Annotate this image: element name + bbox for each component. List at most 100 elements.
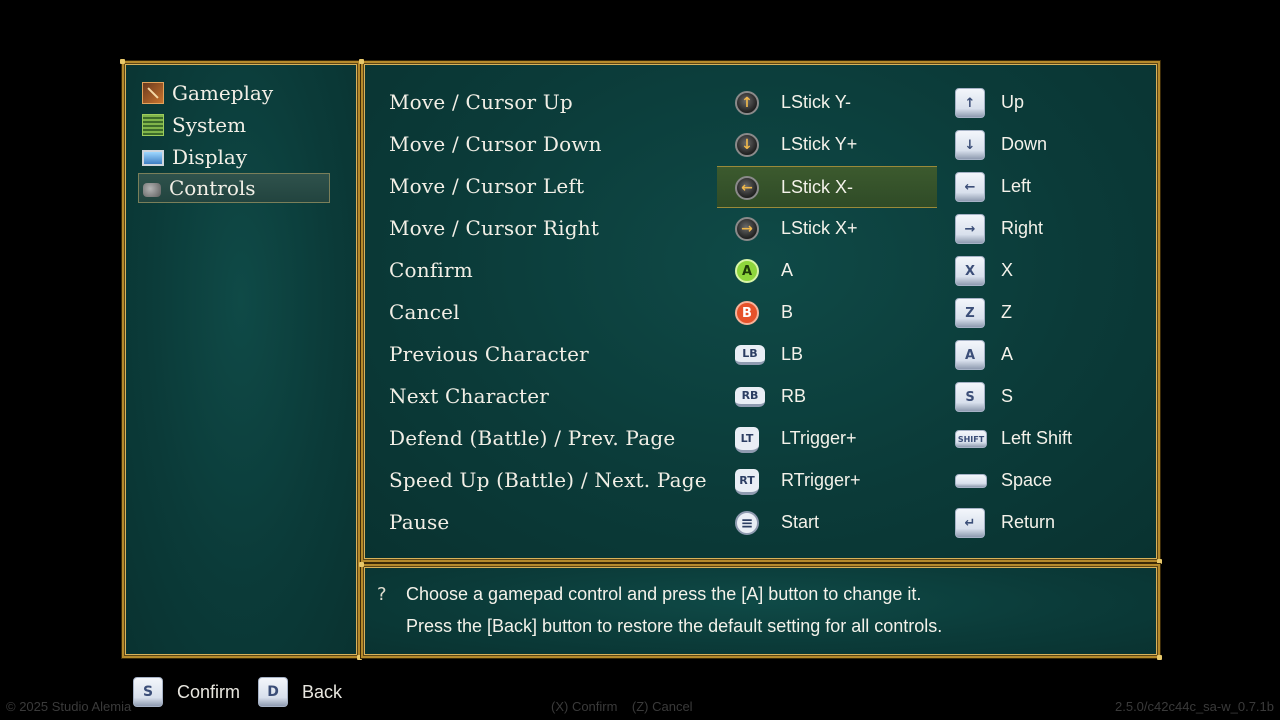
back-button[interactable]: D Back bbox=[258, 677, 342, 707]
control-row-cancel: Cancel B B Z Z bbox=[363, 292, 1162, 334]
sidebar-item-controls[interactable]: Controls bbox=[138, 173, 330, 203]
gamepad-binding-label: B bbox=[781, 302, 794, 322]
keyboard-binding-label: S bbox=[1001, 386, 1014, 406]
rt-trigger-icon: RT bbox=[735, 469, 759, 495]
keyboard-binding-move-left[interactable]: ← Left bbox=[953, 166, 1153, 208]
keyboard-binding-label: Return bbox=[1001, 512, 1056, 532]
gamepad-binding-label: LTrigger+ bbox=[781, 428, 857, 448]
display-icon bbox=[142, 150, 164, 166]
sidebar-item-system[interactable]: System bbox=[138, 110, 330, 140]
gamepad-binding-move-right[interactable]: → LStick X+ bbox=[717, 208, 937, 250]
controls-list: Move / Cursor Up ↑ LStick Y- ↑ Up Move /… bbox=[359, 59, 1162, 564]
keyboard-binding-label: Left bbox=[1001, 176, 1032, 196]
gamepad-binding-label: RTrigger+ bbox=[781, 470, 861, 490]
action-label: Pause bbox=[389, 510, 450, 534]
action-label: Confirm bbox=[389, 258, 473, 282]
action-label: Move / Cursor Down bbox=[389, 132, 602, 156]
keyboard-binding-move-up[interactable]: ↑ Up bbox=[953, 82, 1153, 124]
z-key-icon: Z bbox=[955, 298, 985, 328]
action-label: Move / Cursor Left bbox=[389, 174, 585, 198]
control-row-move-left: Move / Cursor Left ← LStick X- ← Left bbox=[363, 166, 1162, 208]
gamepad-binding-move-up[interactable]: ↑ LStick Y- bbox=[717, 82, 937, 124]
action-label: Cancel bbox=[389, 300, 460, 324]
version-text: 2.5.0/c42c44c_sa-w_0.7.1b bbox=[1115, 699, 1274, 714]
gamepad-binding-move-left[interactable]: ← LStick X- bbox=[717, 166, 937, 208]
action-label: Defend (Battle) / Prev. Page bbox=[389, 426, 676, 450]
keyboard-binding-label: Space bbox=[1001, 470, 1053, 490]
keyboard-binding-move-right[interactable]: → Right bbox=[953, 208, 1153, 250]
keyboard-binding-label: A bbox=[1001, 344, 1014, 364]
left-stick-down-icon: ↓ bbox=[735, 133, 759, 157]
control-row-move-up: Move / Cursor Up ↑ LStick Y- ↑ Up bbox=[363, 82, 1162, 124]
keyboard-binding-label: Left Shift bbox=[1001, 428, 1073, 448]
gamepad-binding-move-down[interactable]: ↓ LStick Y+ bbox=[717, 124, 937, 166]
gamepad-binding-label: LStick X- bbox=[781, 177, 854, 197]
confirm-button[interactable]: S Confirm bbox=[133, 677, 240, 707]
left-key-icon: ← bbox=[955, 172, 985, 202]
keyboard-binding-cancel[interactable]: Z Z bbox=[953, 292, 1153, 334]
control-row-next-character: Next Character RB RB S S bbox=[363, 376, 1162, 418]
hint-text: (X) Confirm (Z) Cancel bbox=[551, 699, 693, 714]
gamepad-binding-previous-character[interactable]: LB LB bbox=[717, 334, 937, 376]
help-box: ? Choose a gamepad control and press the… bbox=[359, 562, 1162, 660]
gamepad-binding-pause[interactable]: ≡ Start bbox=[717, 502, 937, 544]
back-label: Back bbox=[302, 681, 343, 702]
lb-button-icon: LB bbox=[735, 345, 765, 365]
x-key-icon: X bbox=[955, 256, 985, 286]
control-row-move-right: Move / Cursor Right → LStick X+ → Right bbox=[363, 208, 1162, 250]
left-stick-left-icon: ← bbox=[735, 176, 759, 200]
keyboard-binding-label: Right bbox=[1001, 218, 1044, 238]
control-row-move-down: Move / Cursor Down ↓ LStick Y+ ↓ Down bbox=[363, 124, 1162, 166]
gameplay-icon bbox=[142, 82, 164, 104]
down-key-icon: ↓ bbox=[955, 130, 985, 160]
gamepad-binding-label: LStick X+ bbox=[781, 218, 858, 238]
system-icon bbox=[142, 114, 164, 136]
a-button-icon: A bbox=[735, 259, 759, 283]
keyboard-binding-label: X bbox=[1001, 260, 1014, 280]
gamepad-binding-confirm[interactable]: A A bbox=[717, 250, 937, 292]
sidebar-item-label: Controls bbox=[169, 176, 256, 200]
sidebar-item-label: Gameplay bbox=[172, 81, 274, 105]
d-key-icon: D bbox=[258, 677, 288, 707]
keyboard-binding-pause[interactable]: ↵ Return bbox=[953, 502, 1153, 544]
sidebar-item-display[interactable]: Display bbox=[138, 142, 330, 172]
help-text-line-1: Choose a gamepad control and press the [… bbox=[406, 584, 922, 604]
keyboard-binding-move-down[interactable]: ↓ Down bbox=[953, 124, 1153, 166]
help-text-line-2: Press the [Back] button to restore the d… bbox=[406, 616, 943, 636]
gamepad-binding-label: LStick Y- bbox=[781, 92, 852, 112]
keyboard-binding-label: Z bbox=[1001, 302, 1012, 322]
action-label: Next Character bbox=[389, 384, 550, 408]
keyboard-binding-next-character[interactable]: S S bbox=[953, 376, 1153, 418]
gamepad-binding-defend[interactable]: LT LTrigger+ bbox=[717, 418, 937, 460]
keyboard-binding-label: Up bbox=[1001, 92, 1025, 112]
copyright-text: © 2025 Studio Alemia bbox=[6, 699, 132, 714]
gamepad-binding-cancel[interactable]: B B bbox=[717, 292, 937, 334]
control-row-confirm: Confirm A A X X bbox=[363, 250, 1162, 292]
b-button-icon: B bbox=[735, 301, 759, 325]
action-label: Previous Character bbox=[389, 342, 589, 366]
a-key-icon: A bbox=[955, 340, 985, 370]
keyboard-binding-previous-character[interactable]: A A bbox=[953, 334, 1153, 376]
keyboard-binding-defend[interactable]: SHIFT Left Shift bbox=[953, 418, 1153, 460]
control-row-pause: Pause ≡ Start ↵ Return bbox=[363, 502, 1162, 544]
sidebar-item-label: Display bbox=[172, 145, 248, 169]
gamepad-binding-speed-up[interactable]: RT RTrigger+ bbox=[717, 460, 937, 502]
keyboard-binding-speed-up[interactable]: Space bbox=[953, 460, 1153, 502]
action-label: Move / Cursor Up bbox=[389, 90, 573, 114]
gamepad-binding-next-character[interactable]: RB RB bbox=[717, 376, 937, 418]
sidebar-item-label: System bbox=[172, 113, 247, 137]
up-key-icon: ↑ bbox=[955, 88, 985, 118]
s-key-icon: S bbox=[955, 382, 985, 412]
question-icon: ? bbox=[377, 584, 387, 605]
gamepad-binding-label: A bbox=[781, 260, 794, 280]
lt-trigger-icon: LT bbox=[735, 427, 759, 453]
right-key-icon: → bbox=[955, 214, 985, 244]
confirm-label: Confirm bbox=[177, 681, 241, 702]
control-row-previous-character: Previous Character LB LB A A bbox=[363, 334, 1162, 376]
sidebar-item-gameplay[interactable]: Gameplay bbox=[138, 78, 330, 108]
space-key-icon bbox=[955, 474, 987, 488]
rb-button-icon: RB bbox=[735, 387, 765, 407]
keyboard-binding-confirm[interactable]: X X bbox=[953, 250, 1153, 292]
s-key-icon: S bbox=[133, 677, 163, 707]
left-stick-right-icon: → bbox=[735, 217, 759, 241]
